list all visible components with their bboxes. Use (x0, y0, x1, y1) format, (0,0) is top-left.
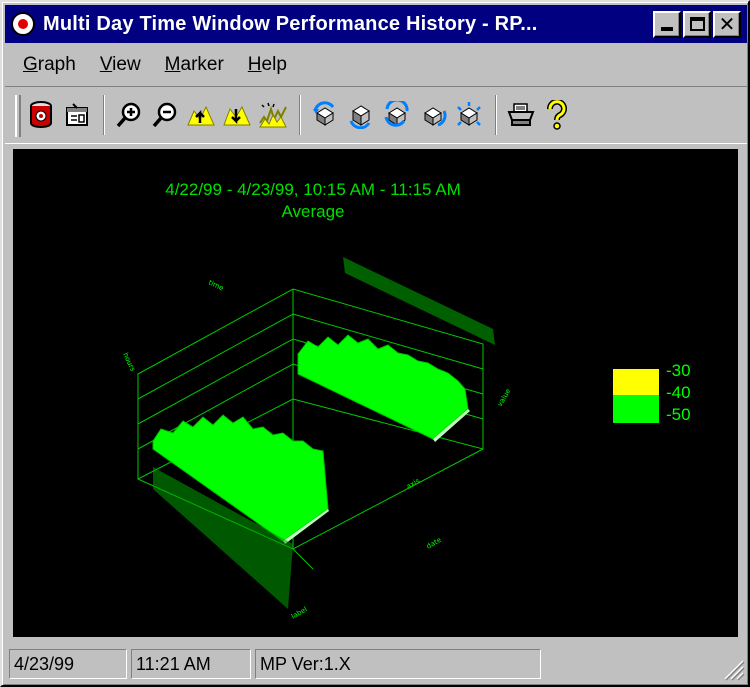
3d-surface-plot[interactable]: time value date axis hours label (13, 149, 613, 637)
chart-spike-icon[interactable] (257, 97, 289, 133)
svg-text:date: date (425, 536, 443, 551)
status-time: 11:21 AM (131, 649, 251, 679)
svg-text:value: value (496, 387, 512, 408)
status-bar: 4/23/99 11:21 AM MP Ver:1.X (5, 645, 747, 683)
rotate-down-icon[interactable] (417, 97, 449, 133)
menu-help[interactable]: Help (236, 54, 299, 76)
menu-bar: Graph View Marker Help (5, 47, 747, 83)
close-icon: ✕ (718, 12, 736, 36)
svg-text:axis: axis (405, 477, 421, 491)
menu-view[interactable]: View (88, 54, 153, 76)
zoom-out-icon[interactable] (149, 97, 181, 133)
maximize-button[interactable] (683, 10, 711, 38)
window-title: Multi Day Time Window Performance Histor… (43, 12, 538, 35)
toolbar (5, 86, 747, 144)
minimize-icon (661, 26, 673, 31)
graph-area[interactable]: 4/22/99 - 4/23/99, 10:15 AM - 11:15 AM A… (13, 149, 738, 637)
status-date: 4/23/99 (9, 649, 127, 679)
toolbar-grip[interactable] (15, 95, 21, 137)
legend-label: -40 (666, 383, 691, 402)
surface-day-2 (297, 334, 469, 440)
app-icon[interactable] (11, 12, 35, 36)
minimize-button[interactable] (653, 10, 681, 38)
properties-icon[interactable] (61, 97, 93, 133)
svg-text:time: time (207, 279, 225, 293)
maximize-icon (689, 17, 705, 31)
chart-down-icon[interactable] (221, 97, 253, 133)
chart-up-icon[interactable] (185, 97, 217, 133)
legend-swatch-green (613, 395, 659, 423)
title-bar[interactable]: Multi Day Time Window Performance Histor… (5, 5, 747, 43)
print-icon[interactable] (505, 97, 537, 133)
close-button[interactable]: ✕ (713, 10, 741, 38)
database-icon[interactable] (25, 97, 57, 133)
rotate-left-icon[interactable] (309, 97, 341, 133)
svg-text:label: label (290, 605, 309, 620)
menu-graph[interactable]: Graph (11, 54, 88, 76)
menu-marker[interactable]: Marker (153, 54, 236, 76)
legend-label: -50 (666, 405, 691, 424)
toolbar-separator (103, 95, 105, 135)
svg-text:hours: hours (121, 351, 137, 373)
spin-icon[interactable] (453, 97, 485, 133)
rotate-cube-icon[interactable] (345, 97, 377, 133)
toolbar-separator (299, 95, 301, 135)
app-window: Multi Day Time Window Performance Histor… (0, 0, 750, 687)
help-icon[interactable] (541, 97, 573, 133)
resize-grip-icon[interactable] (721, 657, 745, 681)
toolbar-separator (495, 95, 497, 135)
zoom-in-icon[interactable] (113, 97, 145, 133)
rotate-right-icon[interactable] (381, 97, 413, 133)
legend-swatch-yellow (613, 369, 659, 395)
status-version: MP Ver:1.X (255, 649, 541, 679)
legend-label: -30 (666, 361, 691, 380)
